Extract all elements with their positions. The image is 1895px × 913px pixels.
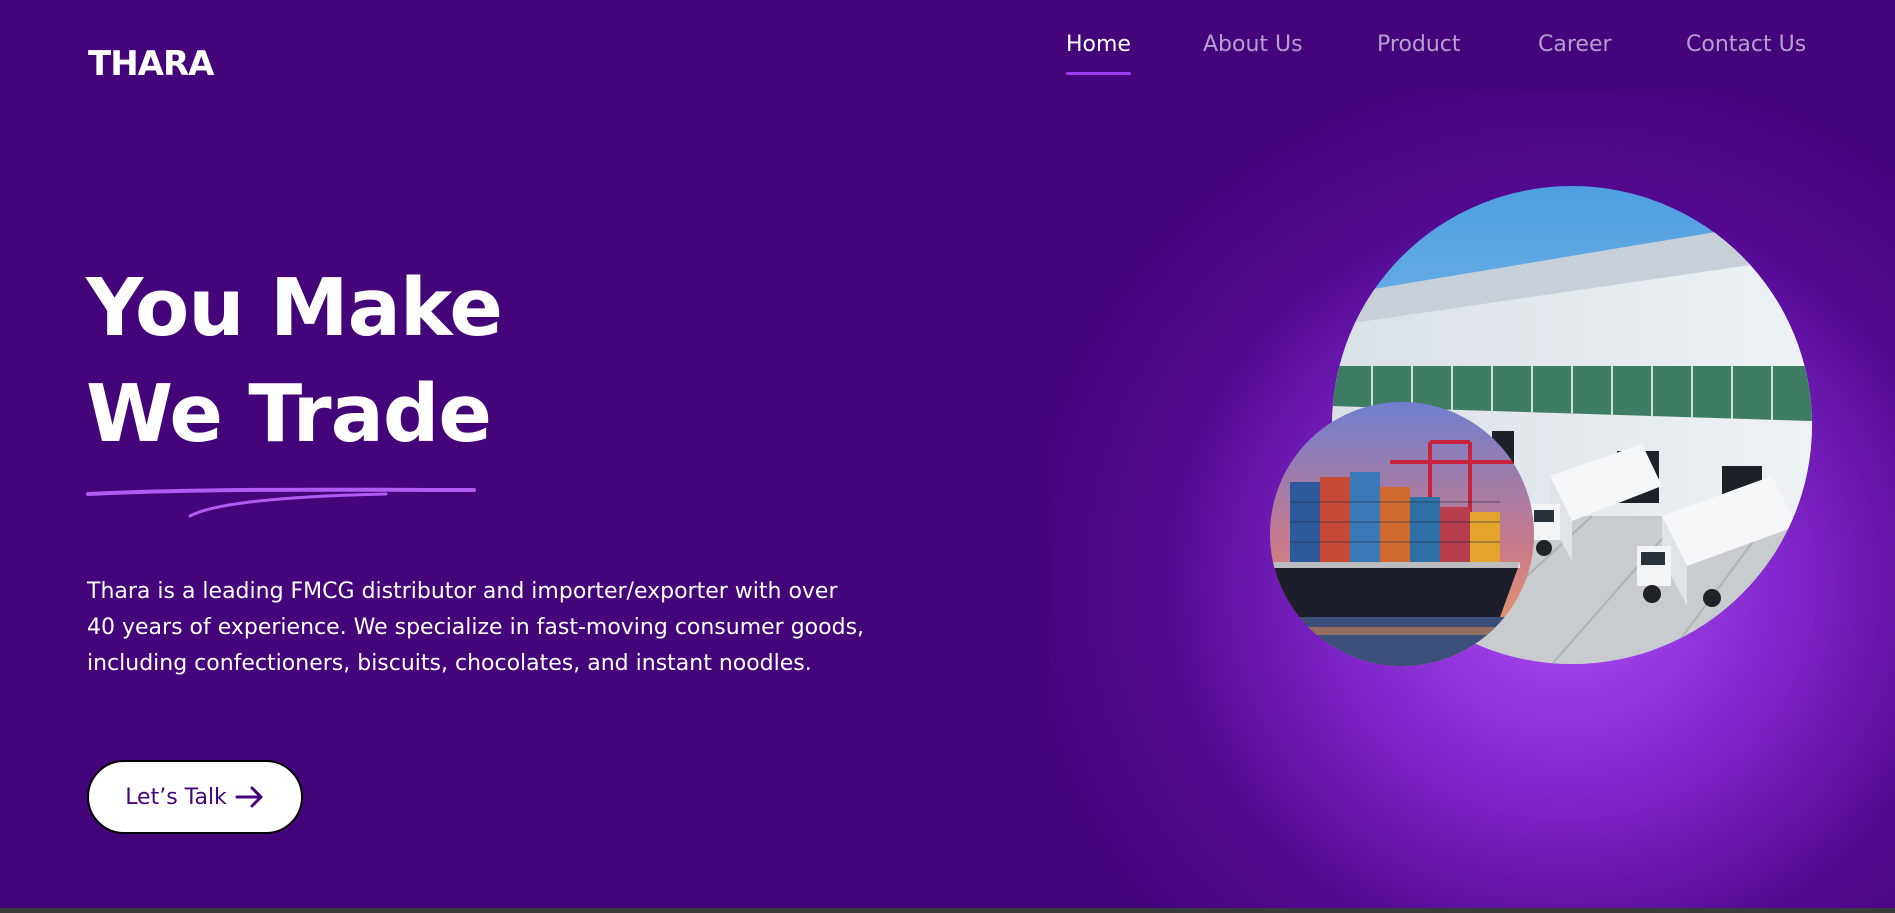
description-line: Thara is a leading FMCG distributor and … (87, 579, 838, 604)
nav-item-label: Career (1538, 32, 1612, 57)
nav-item-contact-us[interactable]: Contact Us (1686, 32, 1806, 57)
lets-talk-label: Let’s Talk (125, 784, 227, 810)
nav-active-underline (1066, 72, 1131, 75)
description-line: 40 years of experience. We specialize in… (87, 615, 865, 640)
cargo-ship-image (1270, 402, 1534, 666)
description-line: including confectioners, biscuits, choco… (87, 651, 812, 676)
nav-item-label: About Us (1203, 32, 1303, 57)
hero-description: Thara is a leading FMCG distributor and … (87, 574, 887, 682)
nav-item-label: Contact Us (1686, 32, 1807, 57)
nav-item-home[interactable]: Home (1066, 32, 1131, 75)
swoosh-underline (86, 487, 476, 518)
hero-title-line: You Make (86, 262, 503, 354)
arrow-right-icon (235, 786, 263, 808)
main-nav: Home About Us Product Career Contact Us (0, 30, 1895, 80)
hero-title: You Make We Trade (86, 255, 503, 467)
nav-item-label: Home (1066, 32, 1131, 57)
hero-title-line: We Trade (86, 368, 492, 460)
bottom-edge-bar (0, 908, 1895, 913)
landing-page: THARA Home About Us Product Career Conta… (0, 0, 1895, 913)
nav-item-label: Product (1377, 32, 1461, 57)
lets-talk-button[interactable]: Let’s Talk (87, 760, 303, 834)
nav-item-about-us[interactable]: About Us (1203, 32, 1303, 57)
nav-item-product[interactable]: Product (1377, 32, 1461, 57)
nav-item-career[interactable]: Career (1538, 32, 1612, 57)
